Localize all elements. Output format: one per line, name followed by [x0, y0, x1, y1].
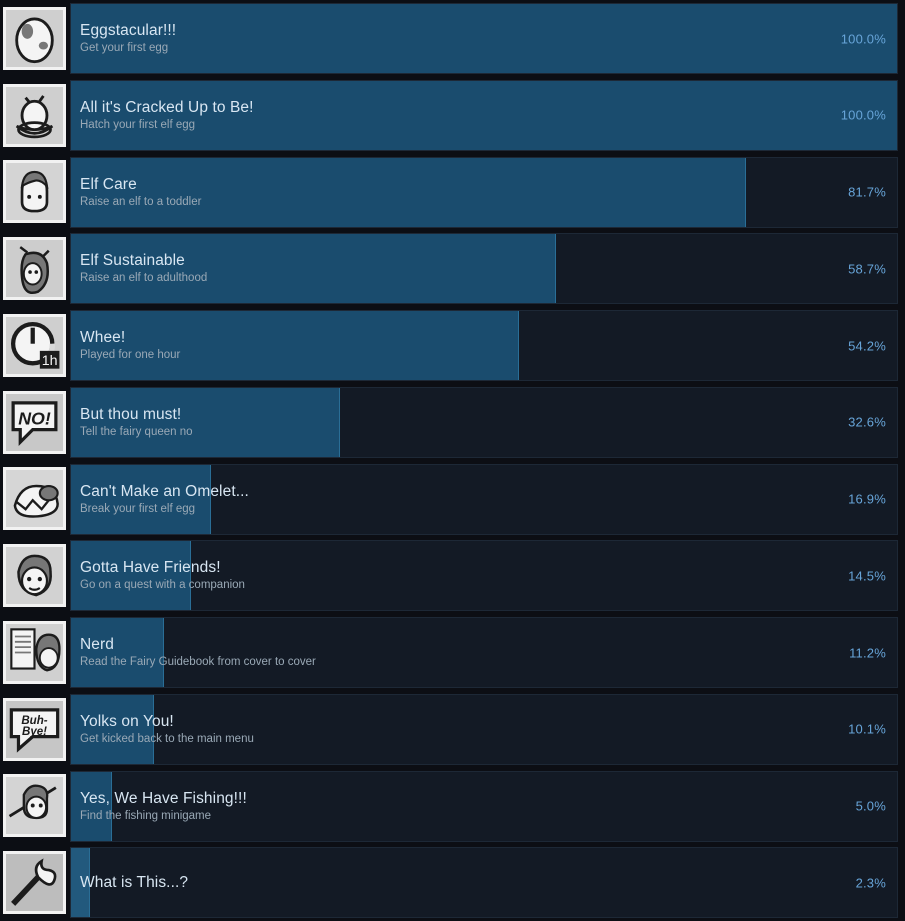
achievement-progress-fill — [71, 80, 897, 150]
achievement-icon-wrapper — [0, 614, 70, 691]
mystery-torch-icon — [3, 851, 66, 915]
svg-text:1h: 1h — [42, 353, 58, 369]
achievement-text-block: What is This...? — [80, 848, 807, 917]
achievement-icon-wrapper — [0, 0, 70, 77]
achievement-progress-track: Gotta Have Friends! Go on a quest with a … — [70, 540, 898, 612]
achievement-percent: 100.0% — [840, 107, 886, 123]
achievement-progress-track: Elf Sustainable Raise an elf to adulthood… — [70, 233, 898, 305]
achievement-row[interactable]: What is This...? 2.3% — [0, 844, 905, 921]
achievement-percent: 10.1% — [848, 721, 886, 737]
achievement-row[interactable]: Eggstacular!!! Get your first egg 100.0% — [0, 0, 905, 77]
achievement-row[interactable]: Elf Sustainable Raise an elf to adulthood… — [0, 230, 905, 307]
achievement-progress-fill — [71, 541, 191, 611]
achievement-progress-fill — [71, 464, 211, 534]
achievement-progress-fill — [71, 694, 155, 764]
achievement-description: Get kicked back to the main menu — [80, 732, 254, 745]
achievement-progress-fill — [71, 4, 897, 73]
achievement-row[interactable]: 1h Whee! Played for one hour 54.2% — [0, 307, 905, 384]
svg-text:Bye!: Bye! — [22, 725, 47, 737]
achievement-title: Nerd — [80, 636, 114, 653]
achievement-progress-fill — [71, 618, 164, 687]
reading-book-icon — [3, 620, 66, 684]
achievement-title: What is This...? — [80, 874, 189, 892]
achievement-progress-track: Nerd Read the Fairy Guidebook from cover … — [70, 617, 898, 688]
achievement-row[interactable]: Nerd Read the Fairy Guidebook from cover … — [0, 614, 905, 691]
achievement-progress-fill — [71, 311, 519, 380]
achievement-description: Read the Fairy Guidebook from cover to c… — [80, 656, 316, 668]
clock-one-hour-icon: 1h — [3, 313, 66, 377]
achievement-row[interactable]: All it's Cracked Up to Be! Hatch your fir… — [0, 77, 905, 154]
achievement-row[interactable]: Elf Care Raise an elf to a toddler 81.7% — [0, 154, 905, 231]
achievement-row[interactable]: Yes, We Have Fishing!!! Find the fishing … — [0, 768, 905, 845]
achievement-row[interactable]: NO! But thou must! Tell the fairy queen no… — [0, 384, 905, 461]
achievement-icon-wrapper: NO! — [0, 384, 70, 461]
achievement-percent: 81.7% — [848, 184, 886, 200]
broken-egg-icon — [3, 467, 66, 531]
achievement-icon-wrapper — [0, 77, 70, 154]
achievement-icon-wrapper: Buh- Bye! — [0, 691, 70, 768]
companion-face-icon — [3, 544, 66, 608]
achievement-progress-track: Can't Make an Omelet... Break your first … — [70, 463, 898, 535]
elf-toddler-icon — [3, 160, 66, 224]
svg-text:NO!: NO! — [18, 408, 51, 428]
achievement-icon-wrapper — [0, 230, 70, 307]
fishing-rod-icon — [3, 774, 66, 838]
achievement-icon-wrapper — [0, 537, 70, 614]
speech-bubble-buh-bye-icon: Buh- Bye! — [3, 697, 66, 761]
achievement-text-block: Nerd Read the Fairy Guidebook from cover … — [80, 618, 807, 687]
achievement-row[interactable]: Buh- Bye! Yolks on You! Get kicked back to … — [0, 691, 905, 768]
achievement-progress-track: Eggstacular!!! Get your first egg 100.0% — [70, 3, 898, 74]
achievement-progress-track: But thou must! Tell the fairy queen no 32.… — [70, 386, 898, 458]
achievement-progress-fill — [71, 234, 556, 304]
achievement-icon-wrapper — [0, 844, 70, 921]
achievement-progress-track: Yolks on You! Get kicked back to the main… — [70, 693, 898, 765]
elf-adult-icon — [3, 237, 66, 301]
achievement-progress-track: Whee! Played for one hour 54.2% — [70, 310, 898, 381]
achievement-percent: 11.2% — [849, 645, 886, 660]
achievement-icon-wrapper — [0, 154, 70, 231]
achievement-icon-wrapper — [0, 461, 70, 538]
achievement-percent: 58.7% — [848, 261, 886, 277]
achievement-percent: 14.5% — [848, 568, 886, 584]
achievement-percent: 54.2% — [848, 338, 886, 353]
achievement-progress-fill — [71, 848, 90, 918]
achievement-icon-wrapper — [0, 768, 70, 845]
hatching-egg-icon — [3, 83, 66, 147]
speech-bubble-no-icon: NO! — [3, 390, 66, 454]
achievement-progress-track: All it's Cracked Up to Be! Hatch your fir… — [70, 79, 898, 151]
achievement-percent: 32.6% — [848, 414, 886, 430]
achievement-percent: 2.3% — [855, 875, 886, 891]
achievement-percent: 100.0% — [840, 31, 886, 46]
achievement-progress-track: What is This...? 2.3% — [70, 847, 898, 919]
achievement-description: Find the fishing minigame — [80, 809, 212, 822]
achievement-text-block: Yes, We Have Fishing!!! Find the fishing … — [80, 772, 807, 841]
achievement-row[interactable]: Can't Make an Omelet... Break your first … — [0, 461, 905, 538]
achievement-text-block: Yolks on You! Get kicked back to the main… — [80, 695, 807, 764]
achievement-progress-track: Elf Care Raise an elf to a toddler 81.7% — [70, 156, 898, 228]
achievements-list: Eggstacular!!! Get your first egg 100.0% Al… — [0, 0, 905, 921]
achievement-percent: 5.0% — [855, 798, 886, 814]
achievement-title: Yolks on You! — [80, 712, 174, 730]
achievement-percent: 16.9% — [848, 491, 886, 507]
achievement-progress-fill — [71, 157, 746, 227]
achievement-icon-wrapper: 1h — [0, 307, 70, 384]
achievement-progress-fill — [71, 771, 113, 841]
egg-icon — [3, 6, 66, 70]
achievement-progress-track: Yes, We Have Fishing!!! Find the fishing … — [70, 770, 898, 842]
achievement-row[interactable]: Gotta Have Friends! Go on a quest with a … — [0, 537, 905, 614]
achievement-progress-fill — [71, 387, 341, 457]
achievement-title: Yes, We Have Fishing!!! — [80, 789, 247, 807]
